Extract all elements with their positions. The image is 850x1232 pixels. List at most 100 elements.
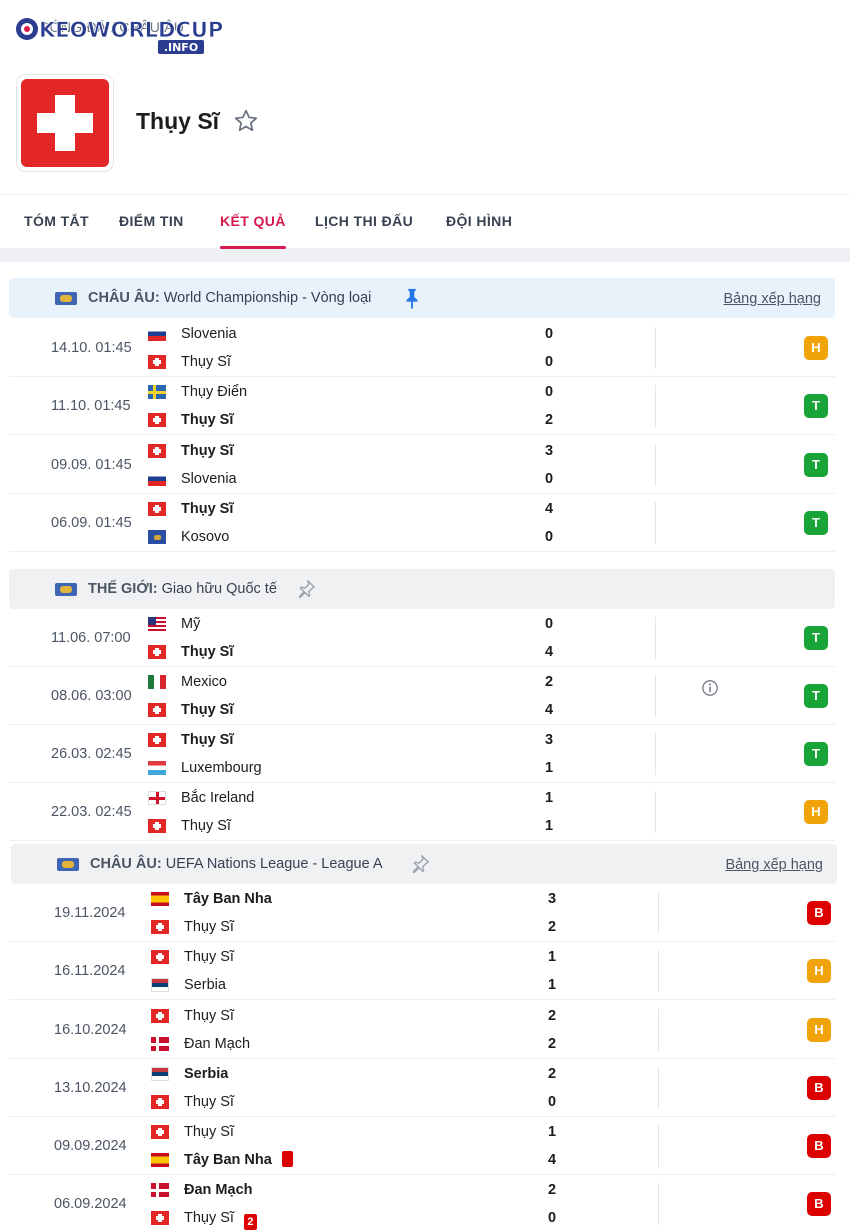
- match-row[interactable]: 06.09.2024 Đan Mạch Thụy Sĩ 2 2 0 B: [9, 1175, 835, 1232]
- tab-lich-thi-dau[interactable]: LỊCH THI ĐẤU: [315, 195, 413, 249]
- match-row[interactable]: 19.11.2024 Tây Ban Nha Thụy Sĩ 3 2 B: [9, 884, 835, 942]
- away-score: 0: [544, 529, 554, 545]
- away-team-name: Thụy Sĩ: [181, 354, 231, 370]
- match-date: 09.09. 01:45: [51, 457, 132, 473]
- match-date: 22.03. 02:45: [51, 804, 132, 820]
- match-row[interactable]: 26.03. 02:45 Thụy Sĩ Luxembourg 3 1 T: [9, 725, 835, 783]
- site-logo[interactable]: KEOWORLDCUP .INFO: [8, 8, 223, 54]
- away-score: 2: [547, 1036, 557, 1052]
- sui-flag-icon: [148, 502, 166, 516]
- home-team-name: Slovenia: [181, 326, 237, 342]
- league-name[interactable]: CHÂU ÂU: World Championship - Vòng loại: [88, 278, 371, 318]
- home-score: 4: [544, 501, 554, 517]
- sui-flag-icon: [148, 413, 166, 427]
- match-row[interactable]: 11.06. 07:00 Mỹ Thụy Sĩ 0 4 T: [9, 609, 835, 667]
- logo-subtext: .INFO: [164, 41, 198, 54]
- home-team-name: Thụy Sĩ: [184, 1008, 234, 1024]
- match-row[interactable]: 09.09. 01:45 Thụy Sĩ Slovenia 3 0 T: [9, 436, 835, 494]
- esp-flag-icon: [151, 892, 169, 906]
- divider: [655, 733, 656, 775]
- tab-ket-qua[interactable]: KẾT QUẢ: [220, 195, 286, 249]
- match-date: 11.10. 01:45: [51, 398, 131, 414]
- home-team-name: Thụy Sĩ: [184, 949, 234, 965]
- home-score: 0: [544, 384, 554, 400]
- match-row[interactable]: 14.10. 01:45 Slovenia Thụy Sĩ 0 0 H: [9, 319, 835, 377]
- sui-flag-icon: [148, 444, 166, 458]
- result-badge: B: [807, 1134, 831, 1158]
- away-team-name: Thụy Sĩ: [181, 644, 234, 660]
- sui-flag-icon: [151, 1125, 169, 1139]
- world-flag-icon: [55, 583, 77, 596]
- europe-flag-icon: [57, 858, 79, 871]
- favorite-star-icon[interactable]: [233, 108, 259, 134]
- result-badge: T: [804, 511, 828, 535]
- pin-icon[interactable]: [401, 287, 423, 309]
- away-score: 0: [547, 1094, 557, 1110]
- away-score: 1: [544, 760, 554, 776]
- match-date: 26.03. 02:45: [51, 746, 132, 762]
- match-date: 16.10.2024: [54, 1022, 127, 1038]
- match-row[interactable]: 16.11.2024 Thụy Sĩ Serbia 1 1 H: [9, 942, 835, 1000]
- divider: [655, 617, 656, 659]
- match-date: 11.06. 07:00: [51, 630, 131, 646]
- info-icon[interactable]: [701, 679, 719, 697]
- match-date: 14.10. 01:45: [51, 340, 132, 356]
- away-team-name: Thụy Sĩ: [184, 919, 234, 935]
- league-header: CHÂU ÂU: UEFA Nations League - League A …: [11, 844, 837, 884]
- home-score: 2: [547, 1008, 557, 1024]
- divider: [658, 892, 659, 934]
- result-badge: H: [804, 800, 828, 824]
- sui-flag-icon: [151, 1211, 169, 1225]
- red-card-icon: 2: [243, 1214, 257, 1230]
- swe-flag-icon: [148, 385, 166, 399]
- tab-diem-tin[interactable]: ĐIỂM TIN: [119, 195, 184, 249]
- match-date: 06.09. 01:45: [51, 515, 132, 531]
- result-badge: H: [807, 959, 831, 983]
- sui-flag-icon: [148, 819, 166, 833]
- nir-flag-icon: [148, 791, 166, 805]
- match-row[interactable]: 06.09. 01:45 Thụy Sĩ Kosovo 4 0 T: [9, 494, 835, 552]
- home-team-name: Thụy Sĩ: [181, 732, 234, 748]
- result-badge: T: [804, 453, 828, 477]
- result-badge: B: [807, 1192, 831, 1216]
- home-score: 0: [544, 326, 554, 342]
- away-team-name: Kosovo: [181, 529, 230, 545]
- league-header: THẾ GIỚI: Giao hữu Quốc tế: [9, 569, 835, 609]
- away-team-name: Tây Ban Nha: [184, 1146, 293, 1174]
- pin-outline-icon[interactable]: [409, 853, 431, 875]
- away-score: 1: [544, 818, 554, 834]
- away-team-name: Thụy Sĩ: [181, 818, 231, 834]
- svn-flag-icon: [148, 472, 166, 486]
- home-score: 2: [544, 674, 554, 690]
- away-score: 0: [544, 471, 554, 487]
- match-row[interactable]: 08.06. 03:00 Mexico Thụy Sĩ 2 4 T: [9, 667, 835, 725]
- pin-outline-icon[interactable]: [295, 578, 317, 600]
- match-row[interactable]: 11.10. 01:45 Thụy Điển Thụy Sĩ 0 2 T: [9, 377, 835, 435]
- away-score: 0: [547, 1210, 557, 1226]
- match-row[interactable]: 22.03. 02:45 Bắc Ireland Thụy Sĩ 1 1 H: [9, 783, 835, 841]
- away-team-name: Đan Mạch: [184, 1036, 251, 1052]
- sui-flag-icon: [151, 920, 169, 934]
- standings-link[interactable]: Bảng xếp hạng: [723, 278, 821, 320]
- match-date: 06.09.2024: [54, 1196, 127, 1212]
- away-score: 0: [544, 354, 554, 370]
- match-row[interactable]: 09.09.2024 Thụy Sĩ Tây Ban Nha 1 4 B: [9, 1117, 835, 1175]
- svn-flag-icon: [148, 327, 166, 341]
- away-team-name: Thụy Sĩ: [184, 1094, 234, 1110]
- match-row[interactable]: 13.10.2024 Serbia Thụy Sĩ 2 0 B: [9, 1059, 835, 1117]
- match-row[interactable]: 16.10.2024 Thụy Sĩ Đan Mạch 2 2 H: [9, 1001, 835, 1059]
- away-score: 1: [547, 977, 557, 993]
- tab-tom-tat[interactable]: TÓM TẮT: [24, 195, 89, 249]
- divider: [655, 791, 656, 833]
- home-team-name: Thụy Điển: [181, 384, 248, 400]
- lux-flag-icon: [148, 761, 166, 775]
- league-name[interactable]: CHÂU ÂU: UEFA Nations League - League A: [90, 844, 383, 884]
- away-team-name: Serbia: [184, 977, 226, 993]
- away-team-name: Thụy Sĩ: [181, 702, 234, 718]
- league-name[interactable]: THẾ GIỚI: Giao hữu Quốc tế: [88, 569, 277, 609]
- home-team-name: Mexico: [181, 674, 227, 690]
- home-score: 0: [544, 616, 554, 632]
- standings-link[interactable]: Bảng xếp hạng: [725, 844, 823, 886]
- tab-doi-hinh[interactable]: ĐỘI HÌNH: [446, 195, 512, 249]
- den-flag-icon: [151, 1183, 169, 1197]
